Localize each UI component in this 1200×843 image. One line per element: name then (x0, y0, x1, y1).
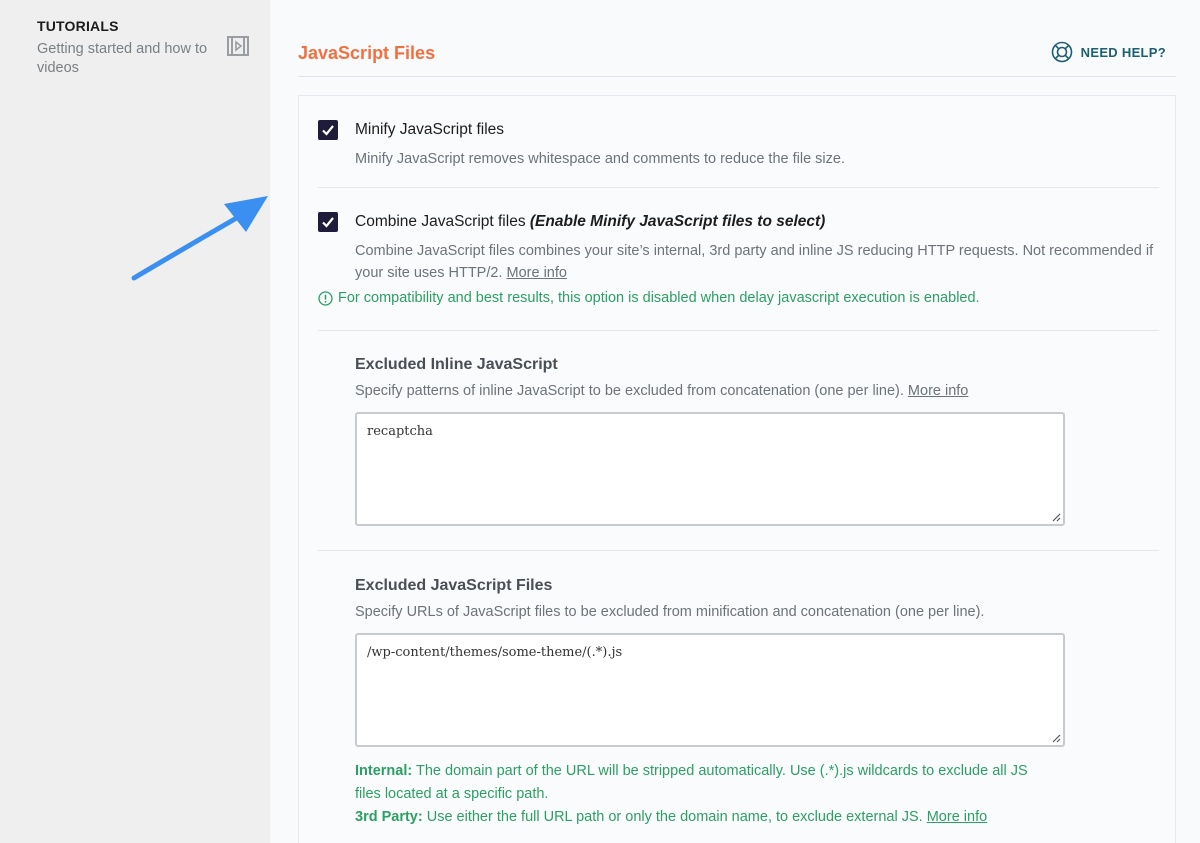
excluded-files-title: Excluded JavaScript Files (355, 577, 553, 594)
excluded-files-value: /wp-content/themes/some-theme/(.*).js (367, 645, 623, 660)
need-help-button[interactable]: NEED HELP? (1051, 41, 1166, 63)
tutorials-description[interactable]: Getting started and how to videos (37, 40, 222, 78)
combine-checkbox[interactable] (318, 212, 338, 232)
third-party-note: 3rd Party: Use either the full URL path … (355, 806, 1055, 829)
excluded-inline-value: recaptcha (367, 424, 433, 439)
divider (318, 330, 1159, 331)
divider (318, 550, 1159, 551)
sidebar: TUTORIALS Getting started and how to vid… (0, 0, 270, 843)
minify-label[interactable]: Minify JavaScript files (355, 121, 504, 139)
combine-label-note: (Enable Minify JavaScript files to selec… (529, 213, 826, 230)
checkmark-icon (322, 217, 334, 228)
minify-option (318, 120, 338, 140)
annotation-arrow-icon (131, 196, 268, 281)
section-header: JavaScript Files NEED HELP? (298, 0, 1176, 77)
settings-card: Minify JavaScript files Minify JavaScrip… (298, 95, 1176, 843)
internal-note: Internal: The domain part of the URL wil… (355, 760, 1055, 806)
third-party-more-info-link[interactable]: More info (927, 809, 987, 825)
resize-handle-icon[interactable] (1052, 734, 1061, 743)
compatibility-warning-text: For compatibility and best results, this… (338, 290, 980, 306)
excluded-inline-description: Specify patterns of inline JavaScript to… (355, 383, 968, 399)
combine-description: Combine JavaScript files combines your s… (355, 240, 1160, 284)
main-panel: JavaScript Files NEED HELP? Minify JavaS… (270, 0, 1200, 843)
lifebuoy-icon (1051, 41, 1072, 63)
minify-description: Minify JavaScript removes whitespace and… (355, 151, 845, 167)
combine-more-info-link[interactable]: More info (507, 265, 567, 281)
excluded-inline-more-info-link[interactable]: More info (908, 383, 968, 399)
compatibility-warning: For compatibility and best results, this… (318, 290, 980, 306)
excluded-inline-description-text: Specify patterns of inline JavaScript to… (355, 383, 904, 399)
excluded-inline-title: Excluded Inline JavaScript (355, 356, 558, 373)
excluded-files-textarea[interactable]: /wp-content/themes/some-theme/(.*).js (355, 633, 1065, 747)
combine-description-text: Combine JavaScript files combines your s… (355, 243, 1154, 281)
tutorials-title[interactable]: TUTORIALS (37, 18, 119, 34)
checkmark-icon (322, 125, 334, 136)
need-help-label: NEED HELP? (1080, 44, 1166, 60)
page-title: JavaScript Files (298, 43, 436, 63)
excluded-files-description: Specify URLs of JavaScript files to be e… (355, 604, 985, 620)
resize-handle-icon[interactable] (1052, 513, 1061, 522)
info-circle-icon (318, 290, 333, 306)
internal-note-text: The domain part of the URL will be strip… (355, 763, 1028, 802)
combine-label[interactable]: Combine JavaScript files (Enable Minify … (355, 213, 825, 231)
combine-label-text: Combine JavaScript files (355, 213, 526, 230)
excluded-inline-textarea[interactable]: recaptcha (355, 412, 1065, 526)
third-party-note-text: Use either the full URL path or only the… (426, 809, 923, 825)
minify-checkbox[interactable] (318, 120, 338, 140)
internal-note-label: Internal: (355, 763, 413, 779)
excluded-files-notes: Internal: The domain part of the URL wil… (355, 760, 1055, 829)
third-party-note-label: 3rd Party: (355, 809, 423, 825)
divider (318, 187, 1159, 188)
video-icon[interactable] (227, 36, 249, 56)
combine-option (318, 212, 338, 232)
